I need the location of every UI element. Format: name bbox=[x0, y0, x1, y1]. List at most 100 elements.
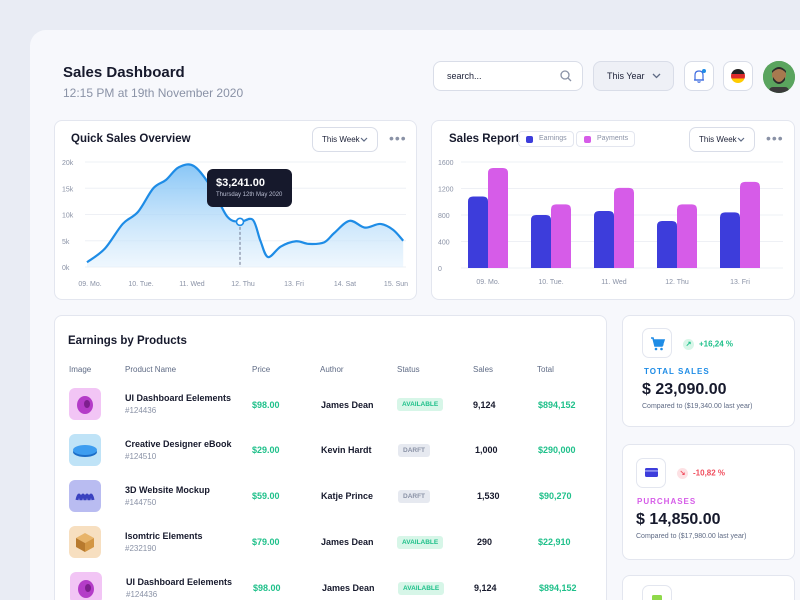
search-input[interactable]: search... bbox=[433, 61, 583, 91]
earnings-bar bbox=[594, 211, 614, 268]
disc-3d-icon bbox=[73, 445, 97, 457]
product-sales: 9,124 bbox=[473, 400, 496, 410]
y-tick-label: 800 bbox=[438, 213, 450, 220]
purchases-trend-value: -10,82 % bbox=[693, 468, 726, 478]
search-icon[interactable] bbox=[560, 70, 572, 82]
chevron-down-icon bbox=[737, 137, 745, 142]
product-name[interactable]: 3D Website Mockup bbox=[125, 485, 210, 495]
chevron-down-icon bbox=[652, 73, 661, 79]
status-badge: AVAILABLE bbox=[397, 536, 444, 549]
total-sales-value: $ 23,090.00 bbox=[642, 381, 727, 398]
earnings-by-products-title: Earnings by Products bbox=[68, 335, 187, 347]
purchases-compare: Compared to ($17,980.00 last year) bbox=[636, 533, 747, 540]
product-image[interactable] bbox=[69, 388, 101, 420]
product-id: #124436 bbox=[126, 590, 158, 599]
product-price: $79.00 bbox=[252, 537, 280, 547]
sales-report-more-button[interactable]: ••• bbox=[766, 131, 784, 145]
column-header-product-name: Product Name bbox=[125, 365, 177, 374]
user-avatar[interactable] bbox=[763, 61, 795, 93]
product-author: James Dean bbox=[322, 583, 375, 593]
quick-sales-range-label: This Week bbox=[322, 135, 360, 144]
avatar-icon bbox=[763, 61, 795, 93]
column-header-total: Total bbox=[537, 365, 554, 374]
language-button[interactable] bbox=[723, 61, 753, 91]
product-name[interactable]: UI Dashboard Eelements bbox=[125, 393, 231, 403]
payments-bar bbox=[677, 204, 697, 268]
y-tick-label: 1200 bbox=[438, 187, 454, 194]
page-title: Sales Dashboard bbox=[63, 64, 185, 81]
product-image[interactable] bbox=[69, 480, 101, 512]
purchases-icon-box bbox=[636, 458, 666, 488]
sales-report-range-select[interactable]: This Week bbox=[689, 127, 755, 152]
tooltip-value: $3,241.00 bbox=[216, 177, 265, 189]
product-price: $29.00 bbox=[252, 445, 280, 455]
payments-bar bbox=[614, 187, 634, 268]
x-tick-label: 14. Sat bbox=[334, 281, 356, 288]
x-tick-label: 12. Thu bbox=[665, 279, 689, 286]
y-tick-label: 400 bbox=[438, 240, 450, 247]
column-header-sales: Sales bbox=[473, 365, 494, 374]
tooltip-date: Thursday 12th May 2020 bbox=[216, 192, 283, 198]
notifications-button[interactable] bbox=[684, 61, 714, 91]
product-total: $90,270 bbox=[539, 491, 572, 501]
product-total: $22,910 bbox=[538, 537, 571, 547]
product-id: #232190 bbox=[125, 544, 157, 553]
page-subtitle: 12:15 PM at 19th November 2020 bbox=[63, 86, 244, 100]
product-name[interactable]: Isomtric Elements bbox=[125, 531, 203, 541]
payments-bar bbox=[740, 181, 760, 268]
third-stat-icon-box bbox=[642, 585, 672, 600]
y-tick-label: 5k bbox=[62, 239, 70, 246]
purchases-value: $ 14,850.00 bbox=[636, 511, 721, 528]
sales-report-range-label: This Week bbox=[699, 135, 737, 144]
earnings-bar bbox=[720, 212, 740, 268]
x-tick-label: 13. Fri bbox=[730, 279, 750, 286]
payments-bar bbox=[551, 204, 571, 268]
product-sales: 290 bbox=[477, 537, 493, 547]
product-price: $98.00 bbox=[252, 400, 280, 410]
y-tick-label: 0 bbox=[438, 266, 442, 273]
quick-sales-title: Quick Sales Overview bbox=[71, 133, 191, 145]
quick-sales-more-button[interactable]: ••• bbox=[389, 131, 407, 145]
product-name[interactable]: Creative Designer eBook bbox=[125, 439, 232, 449]
x-tick-label: 11. Wed bbox=[179, 281, 205, 288]
trend-down-icon: ↘ bbox=[677, 468, 688, 479]
x-tick-label: 15. Sun bbox=[384, 281, 408, 288]
product-id: #124510 bbox=[125, 452, 157, 461]
product-total: $894,152 bbox=[538, 400, 576, 410]
x-tick-label: 13. Fri bbox=[284, 281, 304, 288]
earnings-bar bbox=[531, 215, 551, 268]
bell-icon bbox=[694, 69, 706, 83]
product-author: James Dean bbox=[321, 537, 374, 547]
product-sales: 9,124 bbox=[474, 583, 497, 593]
legend-payments-swatch bbox=[584, 136, 591, 143]
donut-3d-icon bbox=[77, 396, 93, 414]
product-image[interactable] bbox=[69, 434, 101, 466]
x-tick-label: 11. Wed bbox=[601, 279, 627, 286]
x-tick-label: 09. Mo. bbox=[78, 281, 101, 288]
product-id: #124436 bbox=[125, 406, 157, 415]
cube-3d-icon bbox=[76, 533, 94, 552]
product-sales: 1,530 bbox=[477, 491, 500, 501]
x-tick-label: 12. Thu bbox=[231, 281, 255, 288]
y-tick-label: 15k bbox=[62, 186, 74, 193]
cart-icon bbox=[651, 337, 666, 351]
column-header-price: Price bbox=[252, 365, 271, 374]
product-name[interactable]: UI Dashboard Eelements bbox=[126, 577, 232, 587]
product-sales: 1,000 bbox=[475, 445, 498, 455]
y-tick-label: 20k bbox=[62, 160, 74, 167]
payments-bar bbox=[488, 167, 508, 268]
spring-3d-icon bbox=[75, 493, 95, 501]
x-tick-label: 10. Tue. bbox=[538, 279, 563, 286]
product-image[interactable] bbox=[69, 526, 101, 558]
total-sales-label: TOTAL SALES bbox=[644, 367, 710, 376]
search-placeholder: search... bbox=[447, 71, 482, 81]
quick-sales-range-select[interactable]: This Week bbox=[312, 127, 378, 152]
product-image[interactable] bbox=[70, 572, 102, 600]
total-sales-compare: Compared to ($19,340.00 last year) bbox=[642, 403, 753, 410]
status-badge: AVAILABLE bbox=[398, 582, 445, 595]
period-select[interactable]: This Year bbox=[593, 61, 674, 91]
purchases-label: PURCHASES bbox=[637, 497, 697, 506]
product-author: Kevin Hardt bbox=[321, 445, 372, 455]
legend-earnings-label: Earnings bbox=[539, 135, 567, 142]
chart-tooltip: $3,241.00 Thursday 12th May 2020 bbox=[207, 169, 292, 207]
